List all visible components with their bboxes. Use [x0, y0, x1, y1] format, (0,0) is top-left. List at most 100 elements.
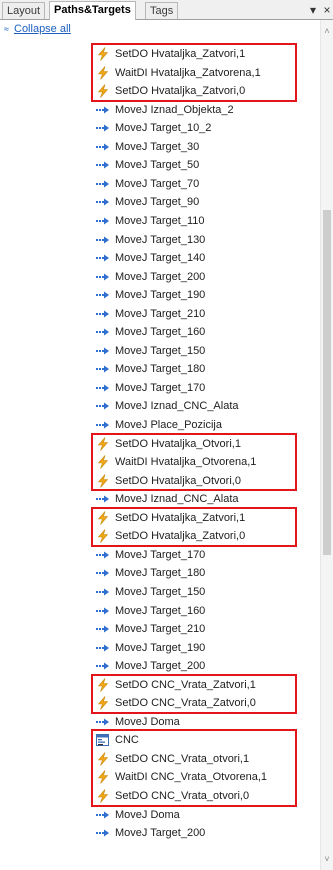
move-joint-icon: [96, 713, 110, 731]
instruction-item[interactable]: SetDO CNC_Vrata_Zatvori,1: [96, 676, 256, 694]
instruction-label: MoveJ Target_70: [115, 177, 200, 190]
instruction-item[interactable]: SetDO Hvataljka_Otvori,0: [96, 472, 241, 490]
vertical-scrollbar[interactable]: ˄ ˅: [320, 20, 333, 870]
move-joint-icon: [96, 416, 110, 434]
instruction-label: MoveJ Iznad_Objekta_2: [115, 103, 234, 116]
instruction-item[interactable]: WaitDI Hvataljka_Otvorena,1: [96, 453, 256, 471]
move-joint-icon: [96, 546, 110, 564]
instruction-label: MoveJ Target_140: [115, 252, 206, 265]
instruction-item[interactable]: SetDO Hvataljka_Zatvori,0: [96, 82, 245, 100]
instruction-item[interactable]: SetDO Hvataljka_Otvori,1: [96, 435, 241, 453]
lightning-signal-icon: [96, 64, 110, 82]
instruction-item[interactable]: SetDO Hvataljka_Zatvori,1: [96, 45, 245, 63]
move-joint-icon: [96, 212, 110, 230]
move-joint-icon: [96, 193, 110, 211]
instruction-item[interactable]: MoveJ Target_140: [96, 249, 205, 267]
instruction-label: MoveJ Doma: [115, 808, 180, 821]
move-joint-icon: [96, 639, 110, 657]
instruction-label: MoveJ Target_160: [115, 604, 206, 617]
move-joint-icon: [96, 657, 110, 675]
instruction-item[interactable]: SetDO CNC_Vrata_otvori,0: [96, 787, 249, 805]
instruction-item[interactable]: MoveJ Target_90: [96, 193, 199, 211]
lightning-signal-icon: [96, 676, 110, 694]
instruction-item[interactable]: MoveJ Doma: [96, 806, 180, 824]
instruction-item[interactable]: MoveJ Target_150: [96, 342, 205, 360]
instruction-item[interactable]: MoveJ Doma: [96, 713, 180, 731]
instruction-label: MoveJ Target_90: [115, 196, 200, 209]
move-joint-icon: [96, 490, 110, 508]
instruction-label: MoveJ Target_180: [115, 363, 206, 376]
instruction-item[interactable]: MoveJ Target_190: [96, 639, 205, 657]
move-joint-icon: [96, 138, 110, 156]
scrollbar-thumb[interactable]: [323, 210, 331, 555]
instruction-item[interactable]: MoveJ Target_50: [96, 156, 199, 174]
instruction-item[interactable]: MoveJ Target_160: [96, 323, 205, 341]
instruction-item[interactable]: MoveJ Target_160: [96, 602, 205, 620]
instruction-item[interactable]: MoveJ Target_110: [96, 212, 204, 230]
move-joint-icon: [96, 602, 110, 620]
move-joint-icon: [96, 564, 110, 582]
instruction-item[interactable]: MoveJ Target_200: [96, 824, 205, 842]
instruction-item[interactable]: MoveJ Iznad_CNC_Alata: [96, 490, 239, 508]
move-joint-icon: [96, 360, 110, 378]
lightning-signal-icon: [96, 787, 110, 805]
instruction-item[interactable]: MoveJ Target_180: [96, 360, 205, 378]
instruction-label: MoveJ Target_160: [115, 326, 206, 339]
lightning-signal-icon: [96, 453, 110, 471]
instruction-item[interactable]: MoveJ Target_200: [96, 657, 205, 675]
instruction-label: SetDO Hvataljka_Otvori,1: [115, 437, 241, 450]
instruction-item[interactable]: MoveJ Target_70: [96, 175, 199, 193]
instruction-label: MoveJ Target_10_2: [115, 122, 212, 135]
instruction-label: WaitDI Hvataljka_Otvorena,1: [115, 456, 257, 469]
move-joint-icon: [96, 323, 110, 341]
instruction-item[interactable]: MoveJ Target_170: [96, 379, 205, 397]
move-joint-icon: [96, 119, 110, 137]
instruction-item[interactable]: MoveJ Target_150: [96, 583, 205, 601]
instruction-label: MoveJ Target_170: [115, 381, 206, 394]
lightning-signal-icon: [96, 750, 110, 768]
lightning-signal-icon: [96, 82, 110, 100]
instruction-item[interactable]: MoveJ Place_Pozicija: [96, 416, 222, 434]
instruction-label: MoveJ Target_200: [115, 660, 206, 673]
instruction-label: SetDO CNC_Vrata_Zatvori,1: [115, 678, 256, 691]
instruction-item[interactable]: MoveJ Target_30: [96, 138, 199, 156]
instruction-item[interactable]: MoveJ Target_210: [96, 620, 205, 638]
instruction-item[interactable]: WaitDI Hvataljka_Zatvorena,1: [96, 64, 261, 82]
instruction-item[interactable]: WaitDI CNC_Vrata_Otvorena,1: [96, 768, 267, 786]
move-joint-icon: [96, 342, 110, 360]
instruction-item[interactable]: SetDO Hvataljka_Zatvori,1: [96, 509, 245, 527]
lightning-signal-icon: [96, 435, 110, 453]
instruction-label: MoveJ Target_170: [115, 548, 206, 561]
instruction-label: SetDO Hvataljka_Otvori,0: [115, 474, 241, 487]
procedure-call-item[interactable]: CNC: [96, 731, 139, 749]
instruction-item[interactable]: SetDO CNC_Vrata_otvori,1: [96, 750, 249, 768]
lightning-signal-icon: [96, 768, 110, 786]
move-joint-icon: [96, 397, 110, 415]
instruction-label: SetDO Hvataljka_Zatvori,1: [115, 48, 246, 60]
instruction-item[interactable]: SetDO Hvataljka_Zatvori,0: [96, 527, 245, 545]
move-joint-icon: [96, 286, 110, 304]
instruction-label: SetDO CNC_Vrata_otvori,0: [115, 790, 250, 802]
move-joint-icon: [96, 268, 110, 286]
instruction-item[interactable]: SetDO CNC_Vrata_Zatvori,0: [96, 694, 256, 712]
close-icon[interactable]: ×: [321, 2, 333, 18]
instruction-item[interactable]: MoveJ Target_190: [96, 286, 205, 304]
instruction-item[interactable]: MoveJ Target_210: [96, 305, 205, 323]
instruction-label: MoveJ Target_200: [115, 827, 206, 840]
instruction-item[interactable]: MoveJ Iznad_Objekta_2: [96, 101, 234, 119]
instruction-item[interactable]: MoveJ Target_130: [96, 231, 205, 249]
instruction-item[interactable]: MoveJ Target_10_2: [96, 119, 211, 137]
move-joint-icon: [96, 156, 110, 174]
instruction-label: MoveJ Iznad_CNC_Alata: [115, 400, 239, 413]
instruction-label: WaitDI Hvataljka_Zatvorena,1: [115, 66, 261, 79]
instruction-item[interactable]: MoveJ Iznad_CNC_Alata: [96, 397, 239, 415]
lightning-signal-icon: [96, 527, 110, 545]
instruction-label: MoveJ Place_Pozicija: [115, 419, 222, 431]
instruction-item[interactable]: MoveJ Target_200: [96, 268, 205, 286]
move-joint-icon: [96, 583, 110, 601]
scroll-up-icon[interactable]: ˄: [321, 24, 333, 38]
scroll-down-icon[interactable]: ˅: [321, 852, 333, 866]
instruction-label: MoveJ Target_200: [115, 270, 206, 283]
instruction-item[interactable]: MoveJ Target_180: [96, 564, 205, 582]
instruction-item[interactable]: MoveJ Target_170: [96, 546, 205, 564]
